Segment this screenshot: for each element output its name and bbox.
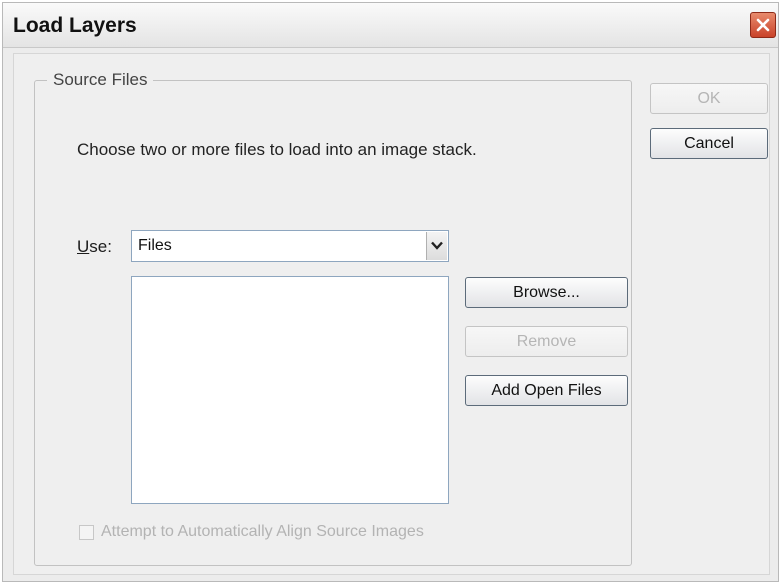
dialog-title: Load Layers [13,14,137,37]
use-label-rest: se: [89,237,112,256]
close-button[interactable] [750,12,776,38]
source-files-legend: Source Files [53,70,148,89]
cancel-button[interactable]: Cancel [650,128,768,159]
use-label: Use: [77,237,112,257]
chevron-down-icon [431,237,443,255]
dropdown-arrow-button[interactable] [426,232,447,260]
align-source-images-option[interactable]: Attempt to Automatically Align Source Im… [79,523,424,541]
remove-button[interactable]: Remove [465,326,628,357]
dialog-body: Source Files Choose two or more files to… [13,53,770,575]
file-list[interactable] [131,276,449,504]
align-source-images-label: Attempt to Automatically Align Source Im… [101,523,424,540]
source-files-description: Choose two or more files to load into an… [77,140,477,159]
use-dropdown-value: Files [138,237,172,254]
use-label-accesskey: U [77,237,90,256]
title-bar: Load Layers [3,3,778,48]
load-layers-dialog: Load Layers Source Files Choose two or m… [2,2,779,582]
use-dropdown[interactable]: Files [131,230,449,262]
align-source-images-checkbox[interactable] [79,524,94,540]
add-open-files-button[interactable]: Add Open Files [465,375,628,406]
close-icon [756,18,770,32]
browse-button[interactable]: Browse... [465,277,628,308]
source-files-group: Source Files Choose two or more files to… [34,70,632,566]
ok-button[interactable]: OK [650,83,768,114]
